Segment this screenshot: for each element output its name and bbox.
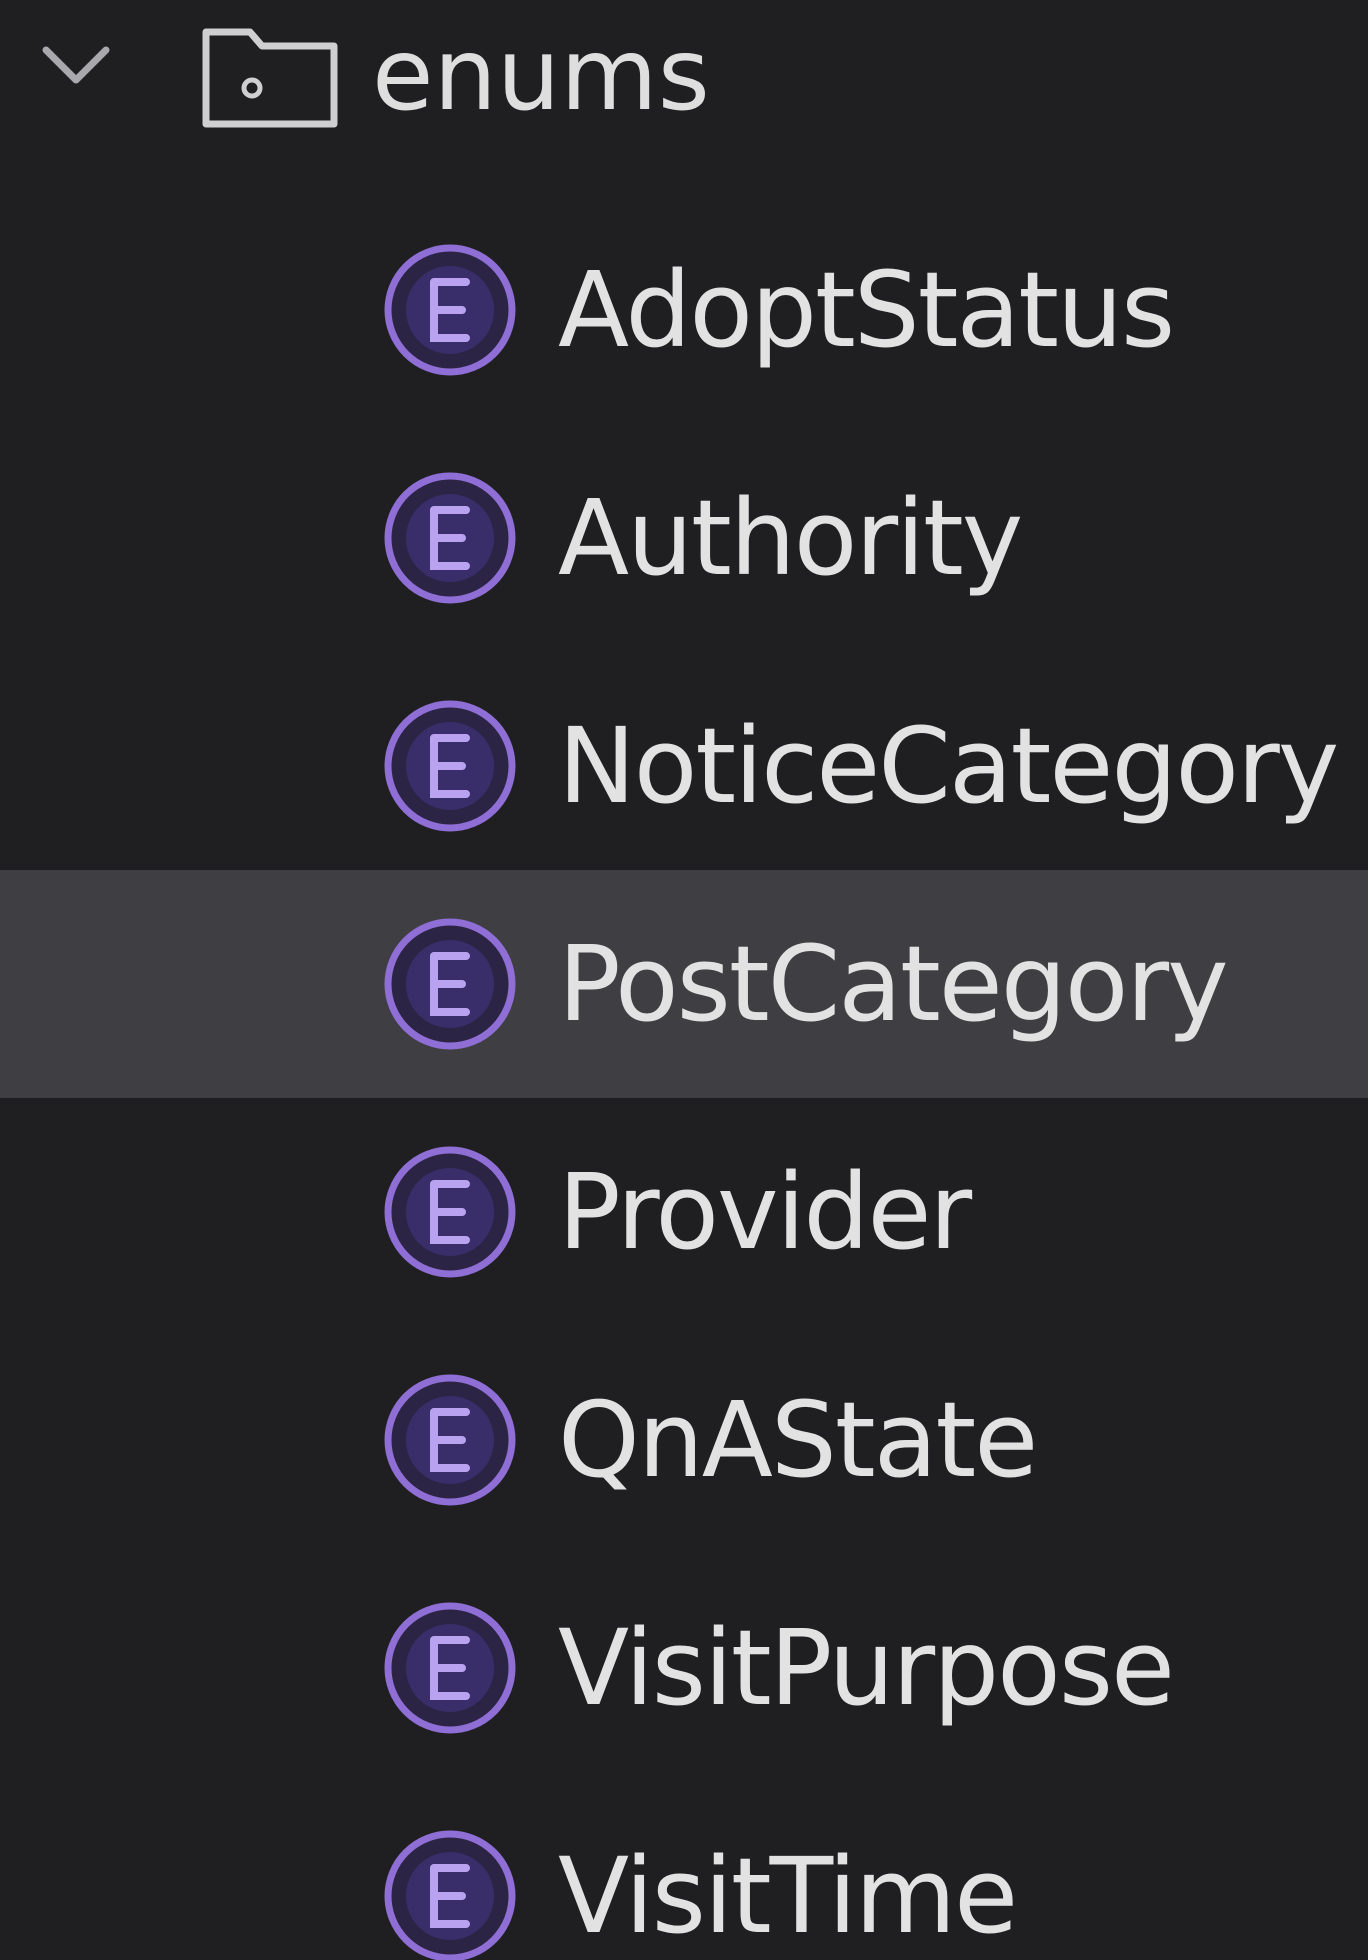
tree-item-label: Provider bbox=[558, 1151, 972, 1273]
tree-item-provider[interactable]: Provider bbox=[0, 1098, 1368, 1326]
tree-item-authority[interactable]: Authority bbox=[0, 424, 1368, 652]
enum-icon bbox=[384, 1830, 516, 1960]
folder-icon bbox=[202, 28, 338, 128]
tree-item-adoptstatus[interactable]: AdoptStatus bbox=[0, 196, 1368, 424]
tree-item-postcategory[interactable]: PostCategory bbox=[0, 870, 1368, 1098]
enum-icon bbox=[384, 700, 516, 832]
tree-item-label: Authority bbox=[558, 477, 1023, 599]
file-explorer-tree: enums AdoptStatus Authority NoticeCatego… bbox=[0, 0, 1368, 1960]
tree-item-visitpurpose[interactable]: VisitPurpose bbox=[0, 1554, 1368, 1782]
tree-item-label: VisitTime bbox=[558, 1835, 1018, 1957]
tree-item-label: AdoptStatus bbox=[558, 249, 1175, 371]
tree-item-label: PostCategory bbox=[558, 923, 1229, 1045]
enum-icon bbox=[384, 244, 516, 376]
enum-icon bbox=[384, 918, 516, 1050]
folder-label: enums bbox=[372, 16, 710, 133]
enum-icon bbox=[384, 1602, 516, 1734]
enum-icon bbox=[384, 472, 516, 604]
chevron-down-icon[interactable] bbox=[36, 36, 116, 96]
tree-item-label: QnAState bbox=[558, 1379, 1038, 1501]
tree-item-visittime[interactable]: VisitTime bbox=[0, 1782, 1368, 1960]
tree-item-label: NoticeCategory bbox=[558, 705, 1339, 827]
tree-item-qnastate[interactable]: QnAState bbox=[0, 1326, 1368, 1554]
enum-icon bbox=[384, 1146, 516, 1278]
tree-item-label: VisitPurpose bbox=[558, 1607, 1175, 1729]
folder-row-enums[interactable]: enums bbox=[0, 0, 1368, 178]
enum-icon bbox=[384, 1374, 516, 1506]
tree-item-noticecategory[interactable]: NoticeCategory bbox=[0, 652, 1368, 880]
